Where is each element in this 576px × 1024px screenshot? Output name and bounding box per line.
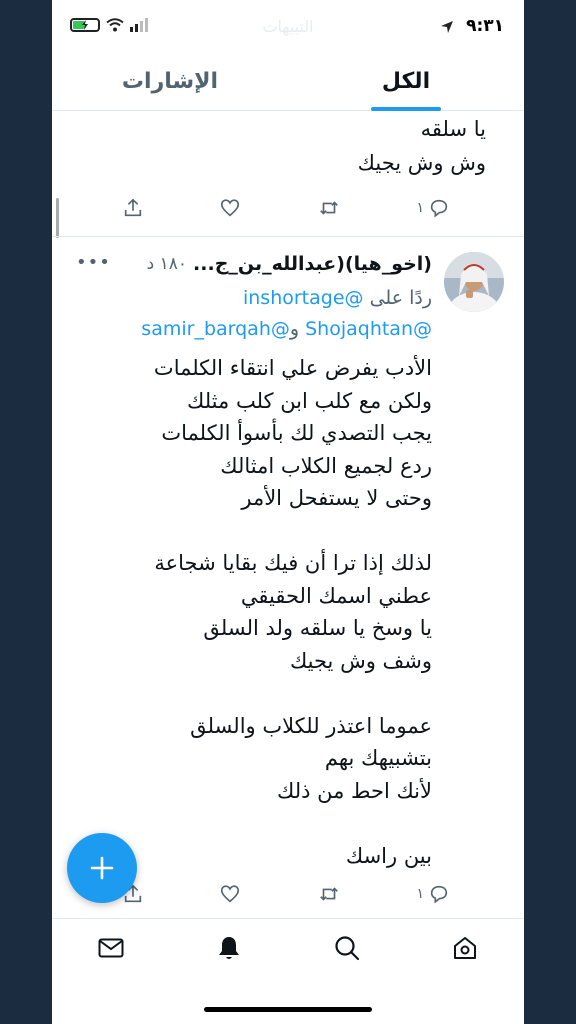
share-icon <box>124 198 142 217</box>
reply-to-handle[interactable]: @inshortage <box>243 287 364 309</box>
like-button[interactable] <box>219 883 241 905</box>
reply-button[interactable]: ١ <box>416 197 450 219</box>
status-time: ٩:٣١ <box>466 16 504 36</box>
avatar[interactable] <box>444 252 504 312</box>
replying-to: ردًا على @inshortage <box>243 287 432 309</box>
retweet-button[interactable] <box>317 197 341 219</box>
heart-icon <box>221 885 240 903</box>
reply-button[interactable]: ١ <box>416 883 450 905</box>
tweet-line: ولكن مع كلب ابن كلب مثلك <box>187 388 432 413</box>
tweet-line <box>72 515 432 548</box>
nav-notifications[interactable] <box>215 934 243 966</box>
heart-icon <box>221 199 240 217</box>
scrollbar[interactable] <box>56 198 59 238</box>
previous-tweet-line: يا سلقه <box>420 117 486 141</box>
reply-icon <box>430 885 448 904</box>
tweet-line: يا وسخ يا سلقه ولد السلق <box>203 616 432 640</box>
signal-icon <box>130 18 148 32</box>
compose-button[interactable] <box>67 833 137 903</box>
status-icons <box>70 18 148 32</box>
tweet-line: وحتى لا يستفحل الأمر <box>241 486 432 510</box>
home-icon <box>454 937 476 959</box>
tweet-header: (اخو_هيا)(عبدالله_بن_ج... ١٨٠ د <box>88 251 432 277</box>
bottom-nav <box>52 918 524 991</box>
tweet-line: ردع لجميع الكلاب امثالك <box>220 453 432 478</box>
battery-icon <box>70 18 100 32</box>
tweet-time: ١٨٠ د <box>146 254 188 274</box>
retweet-icon <box>320 201 338 215</box>
reply-count: ١ <box>416 200 424 216</box>
tweet-actions: ١ <box>122 882 450 906</box>
retweet-button[interactable] <box>317 883 341 905</box>
reply-count: ١ <box>416 886 424 902</box>
search-icon <box>335 936 360 961</box>
tweet-line: عطني اسمك الحقيقي <box>240 583 432 608</box>
more-options-icon[interactable]: ••• <box>76 252 111 273</box>
active-tab-indicator <box>371 107 441 111</box>
tab-mentions-label: الإشارات <box>121 69 219 94</box>
nav-home[interactable] <box>451 934 479 966</box>
notifications-icon <box>219 937 239 959</box>
mention-and: و <box>289 318 300 340</box>
status-bar: التبيهات ٩:٣١ <box>52 0 524 58</box>
mention-handle[interactable]: @samir_barqah <box>141 318 290 340</box>
tweet-divider <box>52 236 524 237</box>
previous-tweet-line: وش وش يجيك <box>357 151 486 175</box>
tweet-line: يجب التصدي لك بأسوأ الكلمات <box>161 421 432 445</box>
wifi-icon <box>106 18 124 32</box>
tweet-line: وشف وش يجيك <box>289 648 432 673</box>
reply-prefix: ردًا على <box>369 287 432 309</box>
location-arrow-icon <box>441 21 453 33</box>
tab-all[interactable]: الكل <box>288 58 524 111</box>
tweet-line: لذلك إذا ترا أن فيك بقايا شجاعة <box>154 551 432 575</box>
previous-tweet-text: يا سلقه وش وش يجيك <box>82 112 486 180</box>
mentions: @Shojaqhtan و@samir_barqah <box>141 318 432 340</box>
tweet-line: عموما اعتذر للكلاب والسلق <box>190 713 432 738</box>
reply-icon <box>430 199 448 218</box>
home-indicator[interactable] <box>204 1007 372 1012</box>
phone-screen: التبيهات ٩:٣١ الإشارات الكل يا سلقه وش و… <box>52 0 524 1024</box>
tab-all-label: الكل <box>381 69 431 94</box>
mention-handle[interactable]: @Shojaqhtan <box>305 318 432 340</box>
notifications-tabs: الإشارات الكل <box>52 58 524 111</box>
nav-search[interactable] <box>333 934 361 966</box>
messages-icon <box>98 938 124 958</box>
plus-icon <box>90 856 114 880</box>
retweet-icon <box>320 887 338 901</box>
nav-messages[interactable] <box>97 935 125 965</box>
tweet-body: الأدب يفرض علي انتقاء الكلمات ولكن مع كل… <box>72 352 432 872</box>
tweet-line <box>72 677 432 710</box>
tab-mentions[interactable]: الإشارات <box>52 58 288 110</box>
like-button[interactable] <box>219 197 241 219</box>
tweet-line <box>72 807 432 840</box>
previous-tweet-actions: ١ <box>122 196 450 220</box>
author-name[interactable]: (اخو_هيا)(عبدالله_بن_ج... <box>193 253 432 275</box>
tweet-line: الأدب يفرض علي انتقاء الكلمات <box>153 356 432 380</box>
share-button[interactable] <box>122 197 144 219</box>
tweet-line: لأنك احط من ذلك <box>277 778 432 803</box>
tweet-line: بتشبيهك بهم <box>324 746 432 770</box>
